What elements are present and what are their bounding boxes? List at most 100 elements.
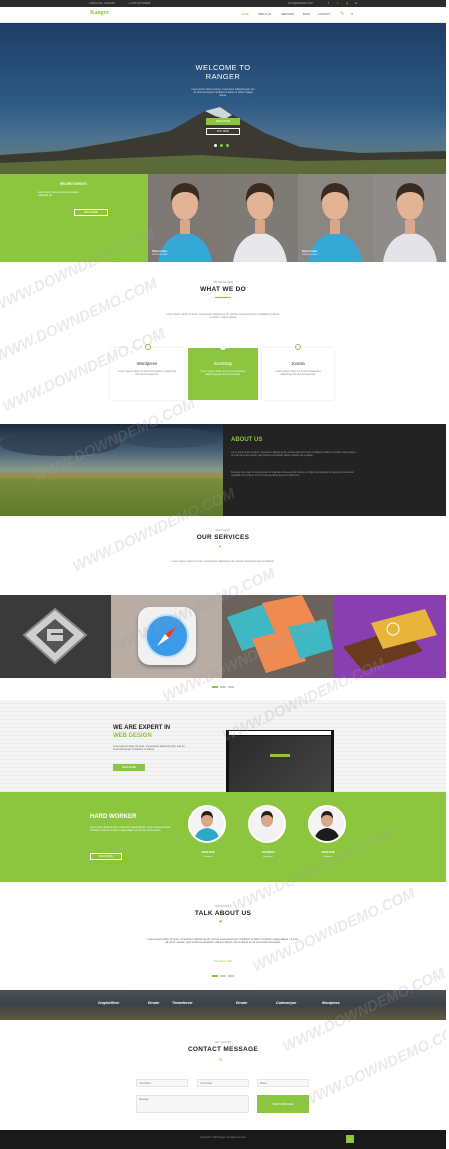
quote-icon: ❞ <box>219 921 223 927</box>
footer-copyright: Copyright © 2015 Ranger. All rights rese… <box>199 1137 247 1139</box>
team-member-name: JHON DOE <box>321 851 335 854</box>
person-role: WEB DESIGNER <box>152 254 168 256</box>
main-nav: Ranger HOME ABOUT US SERVICES BLOG CONTA… <box>0 7 446 23</box>
mountain-image <box>0 107 446 174</box>
watermark-text: WWW.DOWNDEMO.COM <box>250 885 418 976</box>
expert-read-more-button[interactable]: READ MORE <box>113 764 145 771</box>
card-text: Lorem ipsum dolor sit amet consectetur a… <box>118 370 176 377</box>
card-text: Lorem ipsum dolor sit amet consectetur a… <box>275 370 321 377</box>
hard-worker-button[interactable]: READ MORE <box>90 853 122 860</box>
nav-item-home[interactable]: HOME <box>241 13 249 16</box>
client-logo[interactable]: Envato <box>236 1001 247 1005</box>
footer: Copyright © 2015 Ranger. All rights rese… <box>0 1130 446 1149</box>
team-member-name: JHON DOE <box>201 851 215 854</box>
testimonial-author: Jhon Doe, CEO <box>213 960 233 963</box>
hero-title-line1: WELCOME TO <box>195 63 251 72</box>
about-image <box>0 424 223 516</box>
slider-dot-2[interactable] <box>220 144 223 147</box>
card-title: Wordpress <box>136 361 158 366</box>
social-google-icon[interactable]: g <box>346 1 348 5</box>
recent-events-title: RECENT EVENTS <box>60 182 87 186</box>
team-member-avatar[interactable] <box>188 805 226 843</box>
event-person-photo[interactable] <box>223 174 298 262</box>
whatwedo-text: Lorem ipsum dolor sit amet, consectetur … <box>166 313 280 320</box>
social-facebook-icon[interactable]: f <box>328 1 329 5</box>
whatwedo-kicker: WE ARE RANGER <box>213 282 233 284</box>
hard-worker-text: Lorem ipsum dolor sit amet, consectetur … <box>90 827 171 833</box>
nav-item-about[interactable]: ABOUT US <box>258 13 271 16</box>
clients-bar: GraphicRiver Envato Themeforest Envato Codec… <box>0 990 446 1020</box>
portfolio-item-logo[interactable] <box>0 595 111 678</box>
services-title: OUR SERVICES <box>196 534 250 541</box>
bootstrap-icon <box>220 344 226 350</box>
service-card-joomla[interactable]: Joomla Lorem ipsum dolor sit amet consec… <box>262 344 334 400</box>
social-twitter-icon[interactable]: t <box>337 1 338 5</box>
search-icon[interactable]: ⌕ <box>351 11 353 16</box>
about-panel: ABOUT US Lorem ipsum dolor sit amet, con… <box>223 424 446 516</box>
name-input[interactable] <box>136 1079 188 1087</box>
portfolio-pager[interactable] <box>228 686 234 688</box>
testimonial-pager[interactable] <box>228 975 234 977</box>
recent-events-button[interactable]: READ MORE <box>74 209 108 216</box>
safari-app-icon <box>138 607 196 665</box>
phone-input[interactable] <box>257 1079 309 1087</box>
testimonial-pager[interactable] <box>220 975 226 977</box>
message-textarea[interactable] <box>136 1095 249 1113</box>
service-card-bootstrap[interactable]: Bootstrap Lorem ipsum dolor sit amet con… <box>188 344 258 400</box>
talk-kicker: TESTIMONIALS <box>214 906 232 908</box>
team-member-role: Manager <box>323 856 333 858</box>
topbar-email[interactable]: INFO@RANGER.COM <box>288 2 313 5</box>
client-logo[interactable]: GraphicRiver <box>98 1001 119 1005</box>
hard-worker-title: HARD WORKER <box>90 814 137 820</box>
about-title: ABOUT US <box>231 437 263 443</box>
hero-title-line2: RANGER <box>205 72 241 81</box>
recent-events-text: Lorem ipsum dolor sit amet, consectetur … <box>38 192 79 197</box>
service-card-wordpress[interactable]: Wordpress Lorem ipsum dolor sit amet con… <box>110 344 184 400</box>
event-person-photo[interactable]: Robert Cutter WEB DESIGNER <box>298 174 373 262</box>
portfolio-pager[interactable] <box>220 686 226 688</box>
person-name: Robert Cutter <box>302 250 318 253</box>
portfolio-item-cards[interactable] <box>222 595 333 678</box>
whatwedo-divider <box>215 297 231 298</box>
watermark-text: WWW.DOWNDEMO.COM <box>300 1020 446 1111</box>
topbar-language: LANGUAGE - ENGLISH <box>89 1 115 5</box>
person-role: WEB DESIGNER <box>302 254 318 256</box>
expert-text: Lorem ipsum dolor sit amet, consectetur … <box>113 745 185 752</box>
tool-icon[interactable]: ✎ <box>340 11 344 17</box>
portfolio-item-safari[interactable] <box>111 595 222 678</box>
email-input[interactable] <box>197 1079 249 1087</box>
services-kicker: WHAT WE DO <box>215 530 231 532</box>
card-title: Bootstrap <box>214 361 232 366</box>
team-member-avatar[interactable] <box>308 805 346 843</box>
event-person-photo[interactable] <box>373 174 446 262</box>
client-logo[interactable]: Envato <box>148 1001 159 1005</box>
back-to-top-button[interactable]: ^ <box>346 1135 354 1143</box>
nav-item-services[interactable]: SERVICES <box>281 13 294 16</box>
team-photos-row: Robert Cutter WEB DESIGNER Robert Cutter W… <box>148 174 446 262</box>
social-linkedin-icon[interactable]: in <box>355 1 357 5</box>
client-logo[interactable]: Wordpress <box>322 1001 340 1005</box>
testimonial-pager-active[interactable] <box>212 975 218 977</box>
recent-events-panel: RECENT EVENTS Lorem ipsum dolor sit amet… <box>0 174 148 262</box>
expert-section: WE ARE EXPERT IN WEB DESIGN Lorem ipsum … <box>0 700 446 792</box>
portfolio-pager-active[interactable] <box>212 686 218 688</box>
nav-item-contact[interactable]: CONTACT <box>318 13 330 16</box>
client-logo[interactable]: Themeforest <box>172 1001 192 1005</box>
laptop-mockup <box>226 730 334 792</box>
team-member-name: THUOMAS <box>261 851 275 854</box>
e-logo-image <box>22 607 88 665</box>
team-member-avatar[interactable] <box>248 805 286 843</box>
chocolate-image <box>343 609 437 671</box>
portfolio-item-chocolate[interactable] <box>333 595 446 678</box>
slider-dot-3[interactable] <box>226 144 229 147</box>
hero-read-more-button[interactable]: READ MORE <box>206 118 240 125</box>
send-message-button[interactable]: SEND MESSAGE <box>257 1095 309 1113</box>
client-logo[interactable]: Codecanyon <box>276 1001 296 1005</box>
slider-dot-1[interactable] <box>214 144 217 147</box>
hero-text: Lorem ipsum dolor sit amet, consectetur … <box>191 88 255 98</box>
contact-kicker: GET IN TOUCH <box>214 1042 232 1044</box>
nav-item-blog[interactable]: BLOG <box>303 13 310 16</box>
event-person-photo[interactable]: Robert Cutter WEB DESIGNER <box>148 174 223 262</box>
hero-buy-now-button[interactable]: BUY NOW <box>206 128 240 135</box>
brand-logo[interactable]: Ranger <box>90 10 109 16</box>
